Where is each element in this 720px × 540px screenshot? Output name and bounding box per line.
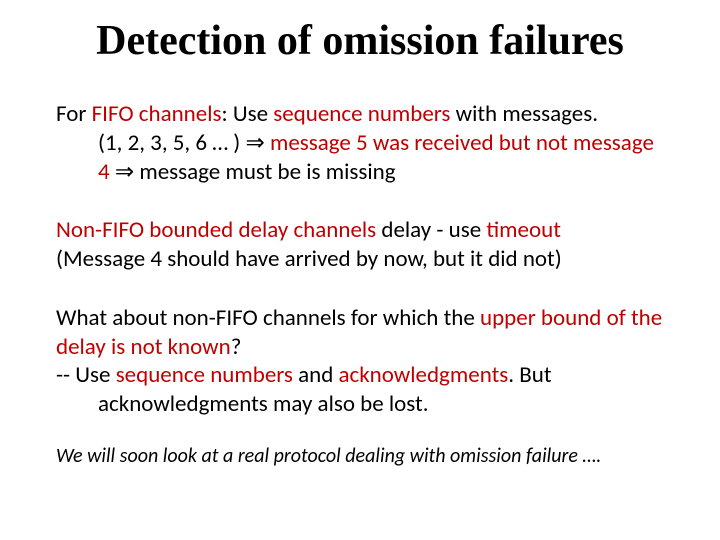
text-red: acknowledgments: [338, 361, 508, 389]
text: with messages.: [450, 100, 598, 128]
text: : Use: [221, 100, 273, 128]
paragraph-nonfifo-unbounded: What about non-FIFO channels for which t…: [56, 304, 664, 419]
text: and: [293, 361, 339, 389]
text: ⇒ message must be is missing: [110, 158, 396, 186]
slide-title: Detection of omission failures: [56, 18, 664, 64]
indent-line: acknowledgments may also be lost.: [56, 390, 664, 419]
footnote: We will soon look at a real protocol dea…: [56, 443, 664, 469]
text: -- Use: [56, 361, 116, 389]
text: (1, 2, 3, 5, 6 … ) ⇒: [98, 129, 270, 157]
text: delay - use: [376, 216, 486, 244]
text-red: sequence numbers: [116, 361, 293, 389]
text-red: FIFO channels: [92, 100, 222, 128]
paragraph-fifo: For FIFO channels: Use sequence numbers …: [56, 100, 664, 186]
text-red: Non-FIFO bounded delay channels: [56, 216, 376, 244]
text: What about non-FIFO channels for which t…: [56, 304, 480, 332]
indent-line: (1, 2, 3, 5, 6 … ) ⇒ message 5 was recei…: [56, 129, 664, 187]
text-red: sequence numbers: [273, 100, 450, 128]
paragraph-nonfifo-bounded: Non-FIFO bounded delay channels delay - …: [56, 216, 664, 274]
text: For: [56, 100, 92, 128]
slide: Detection of omission failures For FIFO …: [0, 0, 720, 540]
text: (Message 4 should have arrived by now, b…: [56, 245, 562, 273]
text: ?: [231, 333, 242, 361]
text-red: timeout: [486, 216, 561, 244]
text: . But: [508, 361, 551, 389]
